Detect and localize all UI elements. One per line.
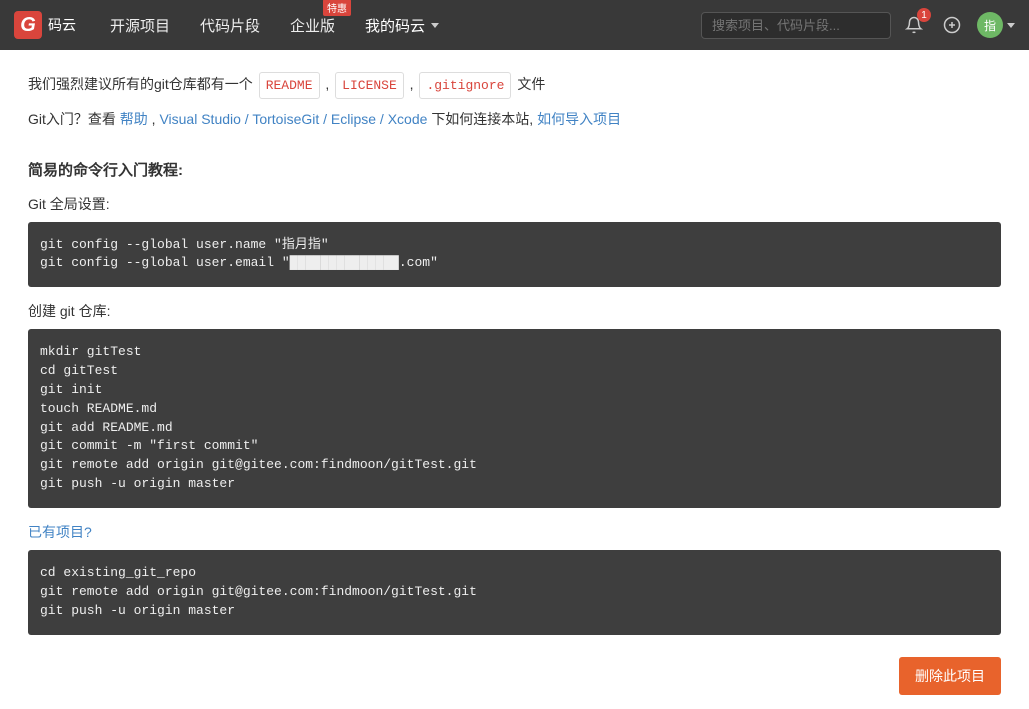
- help-line: Git入门？查看 帮助 , Visual Studio / TortoiseGi…: [28, 107, 1001, 132]
- import-link[interactable]: 如何导入项目: [537, 111, 621, 127]
- tag-readme: README: [259, 72, 320, 99]
- nav-mine[interactable]: 我的码云: [359, 11, 445, 40]
- existing-label[interactable]: 已有项目?: [28, 522, 1001, 542]
- promo-badge: 特惠: [323, 0, 351, 16]
- delete-project-button[interactable]: 删除此项目: [899, 657, 1001, 695]
- nav-enterprise[interactable]: 企业版 特惠: [284, 11, 341, 40]
- main-content: 我们强烈建议所有的git仓库都有一个 README , LICENSE , .g…: [0, 50, 1029, 709]
- existing-code[interactable]: cd existing_git_repo git remote add orig…: [28, 550, 1001, 635]
- help-link[interactable]: 帮助: [120, 111, 148, 127]
- notif-badge: 1: [917, 8, 931, 22]
- search-input[interactable]: [701, 12, 891, 39]
- recommendation-line: 我们强烈建议所有的git仓库都有一个 README , LICENSE , .g…: [28, 72, 1001, 99]
- create-code[interactable]: mkdir gitTest cd gitTest git init touch …: [28, 329, 1001, 508]
- logo[interactable]: G 码云: [14, 11, 76, 39]
- footer-row: 删除此项目: [28, 657, 1001, 695]
- tutorial-heading: 简易的命令行入门教程:: [28, 159, 1001, 180]
- tag-license: LICENSE: [335, 72, 404, 99]
- nav-open-source[interactable]: 开源项目: [104, 11, 176, 40]
- global-label: Git 全局设置:: [28, 194, 1001, 214]
- tag-gitignore: .gitignore: [419, 72, 511, 99]
- nav-links: 开源项目 代码片段 企业版 特惠 我的码云: [104, 11, 445, 40]
- avatar-caret-icon[interactable]: [1007, 23, 1015, 28]
- top-nav: G 码云 开源项目 代码片段 企业版 特惠 我的码云 1 指: [0, 0, 1029, 50]
- notifications-icon[interactable]: 1: [899, 10, 929, 40]
- logo-icon: G: [14, 11, 42, 39]
- nav-snippets[interactable]: 代码片段: [194, 11, 266, 40]
- avatar[interactable]: 指: [977, 12, 1003, 38]
- logo-text: 码云: [48, 15, 76, 35]
- add-icon[interactable]: [937, 10, 967, 40]
- global-code[interactable]: git config --global user.name "指月指" git …: [28, 222, 1001, 288]
- create-label: 创建 git 仓库:: [28, 301, 1001, 321]
- ide-link[interactable]: Visual Studio / TortoiseGit / Eclipse / …: [159, 111, 427, 127]
- chevron-down-icon: [431, 23, 439, 28]
